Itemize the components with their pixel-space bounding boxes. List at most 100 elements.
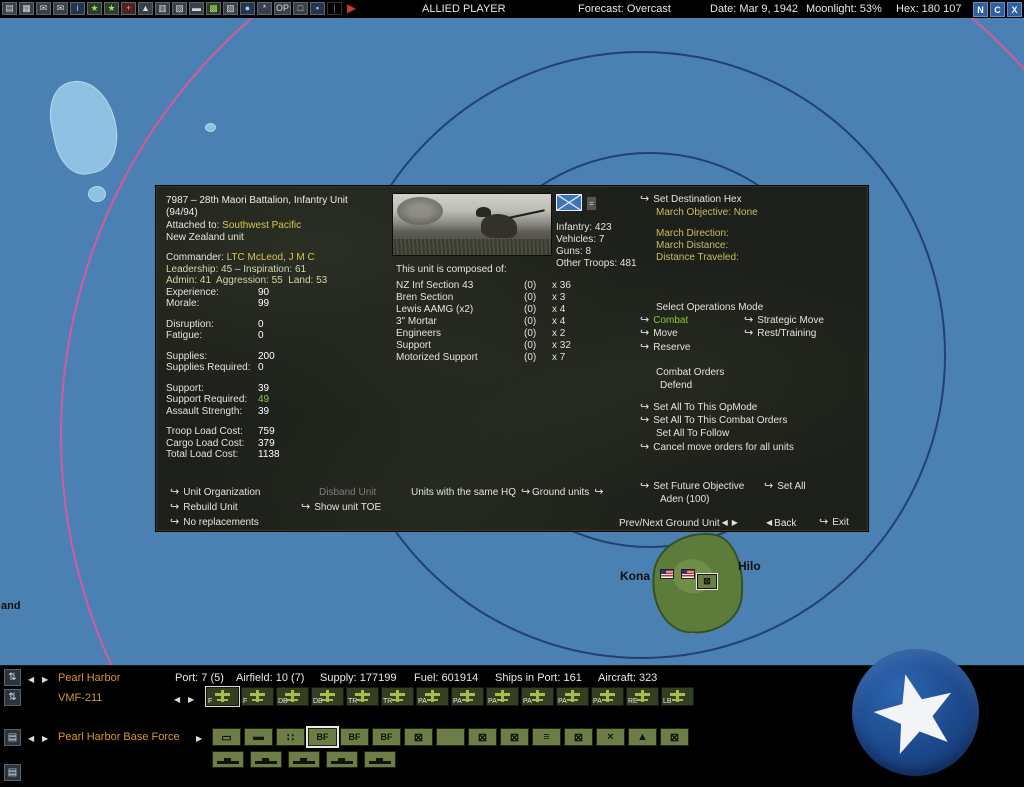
us-flag-marker[interactable] — [681, 569, 695, 579]
aircraft-group-icon[interactable]: PA — [521, 687, 554, 706]
mode-strategic-move-button[interactable]: Strategic Move — [757, 315, 824, 326]
ground-toggle-icon[interactable]: ▤ — [4, 729, 21, 746]
ground-unit-icon[interactable]: ⊠ — [500, 728, 529, 746]
prev-unit-icon[interactable] — [722, 517, 728, 529]
ground-unit-icon[interactable]: ⊠ — [564, 728, 593, 746]
ground-unit-icon[interactable]: ∷ — [276, 728, 305, 746]
ground-unit-icon[interactable]: ▬ — [244, 728, 273, 746]
ground-unit-icon[interactable]: ⊠ — [660, 728, 689, 746]
mode-combat-button[interactable]: Combat — [653, 315, 688, 326]
base-toggle-icon[interactable]: ⇅ — [4, 669, 21, 686]
action-arrow-icon[interactable] — [819, 517, 828, 529]
selected-ground-unit-counter[interactable]: ⊠ — [696, 573, 718, 590]
ground-unit-link[interactable]: Pearl Harbor Base Force — [58, 731, 180, 743]
action-arrow-icon[interactable] — [640, 402, 649, 414]
exit-icon[interactable]: X — [1007, 2, 1022, 17]
ground-units-button[interactable]: Ground units — [532, 487, 589, 498]
base-name-link[interactable]: Pearl Harbor — [58, 672, 120, 684]
air-group-link[interactable]: VMF-211 — [58, 692, 102, 704]
ship-icon[interactable] — [212, 751, 244, 768]
next-ground-unit-icon[interactable] — [42, 734, 48, 743]
ground-strip-arrow-icon[interactable] — [196, 734, 202, 743]
aircraft-group-icon[interactable]: PA — [451, 687, 484, 706]
back-button[interactable]: Back — [774, 518, 796, 529]
aircraft-group-icon[interactable]: RE — [626, 687, 659, 706]
save-game-icon[interactable]: ▤ — [2, 2, 17, 15]
ground-unit-icon[interactable]: ⊠ — [468, 728, 497, 746]
disk-icon[interactable]: ▪ — [310, 2, 326, 15]
industry-icon[interactable]: ▩ — [206, 2, 221, 15]
set-all-follow-button[interactable]: Set All To Follow — [656, 428, 729, 440]
notes-icon[interactable]: N — [973, 2, 988, 17]
aircraft-group-icon[interactable]: DB — [276, 687, 309, 706]
ground-unit-icon[interactable]: ▭ — [212, 728, 241, 746]
combat-orders-value[interactable]: Defend — [660, 380, 692, 392]
ops-report-icon[interactable]: OP — [274, 2, 292, 15]
mode-arrow-icon[interactable] — [640, 315, 649, 327]
aircraft-group-icon[interactable]: F — [205, 686, 240, 707]
mode-arrow-icon[interactable] — [744, 328, 753, 340]
set-all-opmode-button[interactable]: Set All To This OpMode — [653, 402, 757, 413]
ground-unit-icon[interactable]: × — [596, 728, 625, 746]
back-arrow-icon[interactable] — [766, 517, 772, 529]
terrain-icon[interactable]: ▧ — [223, 2, 238, 15]
action-arrow-icon[interactable] — [170, 487, 179, 499]
report-icon[interactable]: ✉ — [53, 2, 68, 15]
ship-icon[interactable] — [250, 751, 283, 768]
units-same-hq-button[interactable]: Units with the same HQ — [411, 487, 516, 498]
mode-move-button[interactable]: Move — [653, 328, 677, 339]
mode-arrow-icon[interactable] — [640, 342, 649, 354]
aircraft-group-icon[interactable]: PA — [591, 687, 624, 706]
set-destination-button[interactable]: Set Destination Hex — [653, 194, 741, 205]
commander-link[interactable]: LTC McLeod, J M C — [227, 252, 315, 263]
ship-icon[interactable] — [326, 751, 359, 768]
aircraft-group-icon[interactable]: DB — [311, 687, 344, 706]
action-arrow-icon[interactable] — [640, 442, 649, 454]
action-arrow-icon[interactable] — [640, 481, 649, 493]
action-arrow-icon[interactable] — [764, 481, 773, 493]
action-arrow-icon[interactable] — [521, 487, 530, 499]
action-arrow-icon[interactable] — [594, 487, 603, 499]
calendar-icon[interactable]: ▦ — [19, 2, 34, 15]
ground-unit-icon[interactable]: BF — [306, 726, 339, 748]
ground-unit-icon[interactable]: BF — [372, 728, 401, 746]
unit-organization-button[interactable]: Unit Organization — [183, 487, 260, 498]
action-arrow-icon[interactable] — [170, 517, 179, 529]
no-replacements-button[interactable]: No replacements — [183, 517, 259, 528]
cancel-move-orders-button[interactable]: Cancel move orders for all units — [653, 442, 794, 453]
ground-unit-icon[interactable]: BF — [340, 728, 369, 746]
prev-air-group-icon[interactable] — [174, 695, 180, 704]
losses-icon[interactable]: + — [121, 2, 136, 15]
next-air-group-icon[interactable] — [188, 695, 194, 704]
objectives-icon[interactable]: ★ — [87, 2, 102, 15]
us-flag-marker[interactable] — [660, 569, 674, 579]
set-all-objective-button[interactable]: Set All — [777, 481, 805, 492]
attached-hq-link[interactable]: Southwest Pacific — [222, 220, 301, 231]
divider-icon[interactable]: | — [327, 2, 343, 15]
action-arrow-icon[interactable] — [640, 415, 649, 427]
screen-icon[interactable]: □ — [293, 2, 309, 15]
mode-arrow-icon[interactable] — [640, 328, 649, 340]
chart-icon[interactable]: ▥ — [155, 2, 170, 15]
action-arrow-icon[interactable] — [640, 194, 649, 206]
ground-unit-icon[interactable]: ⊠ — [404, 728, 433, 746]
ground-unit-icon[interactable] — [436, 728, 465, 746]
set-all-combat-orders-button[interactable]: Set All To This Combat Orders — [653, 415, 787, 426]
ship-toggle-icon[interactable]: ▤ — [4, 764, 21, 781]
prev-base-icon[interactable] — [28, 675, 34, 684]
info-icon[interactable]: i — [70, 2, 85, 15]
mail-icon[interactable]: ✉ — [36, 2, 51, 15]
globe-icon[interactable]: ● — [240, 2, 255, 15]
show-unit-toe-button[interactable]: Show unit TOE — [314, 502, 381, 513]
action-arrow-icon[interactable] — [301, 502, 310, 514]
aircraft-group-icon[interactable]: PA — [556, 687, 589, 706]
ship-icon[interactable] — [364, 751, 397, 768]
aircraft-group-icon[interactable]: PA — [486, 687, 519, 706]
mode-reserve-button[interactable]: Reserve — [653, 342, 690, 353]
graph-icon[interactable]: ▨ — [172, 2, 187, 15]
next-base-icon[interactable] — [42, 675, 48, 684]
ground-unit-icon[interactable]: ▲ — [628, 728, 657, 746]
set-future-objective-button[interactable]: Set Future Objective — [653, 481, 744, 492]
mode-rest-training-button[interactable]: Rest/Training — [757, 328, 816, 339]
aircraft-group-icon[interactable]: TR — [346, 687, 379, 706]
